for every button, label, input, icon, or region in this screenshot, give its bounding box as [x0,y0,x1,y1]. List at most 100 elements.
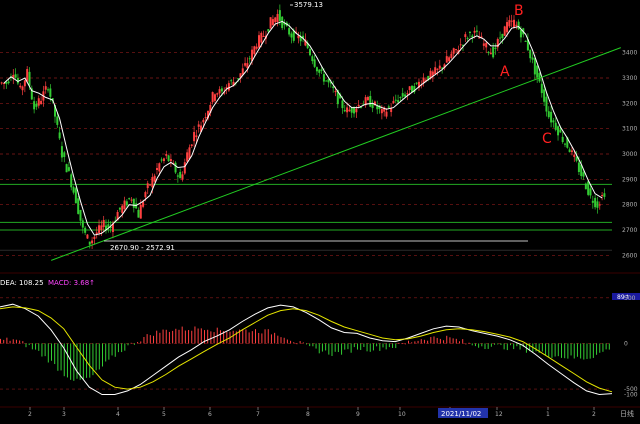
candle-body [589,188,592,196]
candle-body [404,94,407,97]
macd-bar [54,343,56,365]
candle-body [58,132,61,139]
candle-body [262,35,265,37]
candle-body [394,99,397,101]
candle-body [281,16,284,29]
candle-body [353,107,356,114]
macd-bar [299,341,301,344]
macd-bar [207,329,209,344]
macd-bar [178,329,180,344]
candle-body [118,207,121,210]
candle-body [86,234,89,239]
macd-bar [309,343,311,347]
macd-histogram [0,326,610,381]
macd-bar [312,343,314,347]
macd-bar [337,343,339,353]
candle-body [88,241,91,245]
macd-bar [248,332,250,344]
stock-chart[interactable]: 340033003200310030002900280027002600 357… [0,0,640,420]
candle-body [452,48,455,54]
candle-body [575,156,578,161]
macd-bar [344,343,346,350]
macd-bar [347,343,349,350]
candle-body [513,19,515,28]
wave-label-b: B [514,3,524,19]
time-tick-label: 8 [306,411,310,418]
candle-body [387,106,390,108]
macd-bar [369,343,371,352]
macd-label: MACD: 3.68↑ [48,279,95,287]
macd-bar [443,340,445,344]
price-grid [0,52,612,256]
macd-bar [474,343,476,347]
candle-body [408,86,411,90]
macd-bar [47,343,49,363]
candle-body [325,80,328,82]
candle-body [260,32,263,43]
macd-bar [350,343,352,353]
macd-bar [583,343,585,360]
macd-bar [156,330,158,344]
candle-body [399,97,402,99]
macd-bar [226,331,228,344]
macd-bar [31,343,33,350]
candle-body [79,209,82,221]
candle-body [248,58,251,60]
macd-bar [290,340,292,344]
candle-body [77,198,80,214]
candle-body [121,205,124,213]
candle-body [431,71,434,76]
time-tick-label: 6 [208,411,212,418]
candle-body [190,144,193,147]
price-tick-label: 2900 [622,176,637,183]
candle-body [369,96,372,107]
macd-bar [137,341,139,344]
macd-bar [376,343,378,347]
macd-bar [401,343,403,345]
macd-bar [66,343,68,378]
time-tick-label: 12 [495,411,503,418]
candle-body [587,181,590,195]
candle-body [596,201,599,208]
macd-bar [423,339,425,344]
macd-bar [360,343,362,350]
macd-bar [44,343,46,357]
wave-label-a: A [500,64,510,80]
candle-body [72,187,75,193]
candle-body [510,20,513,22]
macd-bar [73,343,75,381]
macd-bar [439,338,441,344]
macd-bar [411,342,413,344]
candle-body [40,100,43,105]
candle-body [392,100,395,104]
candle-body [67,167,70,171]
macd-bar [184,330,186,344]
candle-body [318,69,321,73]
candle-body [7,81,10,84]
macd-bar [557,343,559,357]
macd-bar [516,343,518,347]
candle-body [445,56,448,63]
stock-chart-window: 3400 3300 3200 3100 3000 2900 2800 2700 2600 357… [0,0,640,420]
candle-body [506,22,509,33]
period-label[interactable]: 日线 [620,409,634,418]
macd-bar [497,343,499,345]
macd-bar [25,343,27,348]
selected-date: 2021/11/02 [441,410,481,418]
macd-bar [408,340,409,344]
candle-body [584,183,587,190]
macd-bar [140,341,142,344]
candle-body [100,225,103,231]
candle-body [160,159,163,161]
candle-body [244,63,247,66]
macd-bar [165,329,167,344]
candle-body [355,108,358,113]
macd-bar [331,343,333,356]
time-tick-label: 3 [62,411,66,418]
macd-bar [545,343,547,356]
candle-body [142,201,145,207]
candle-body [547,111,550,118]
candle-body [56,116,59,125]
macd-bar [95,343,97,371]
candle-body [385,111,388,117]
